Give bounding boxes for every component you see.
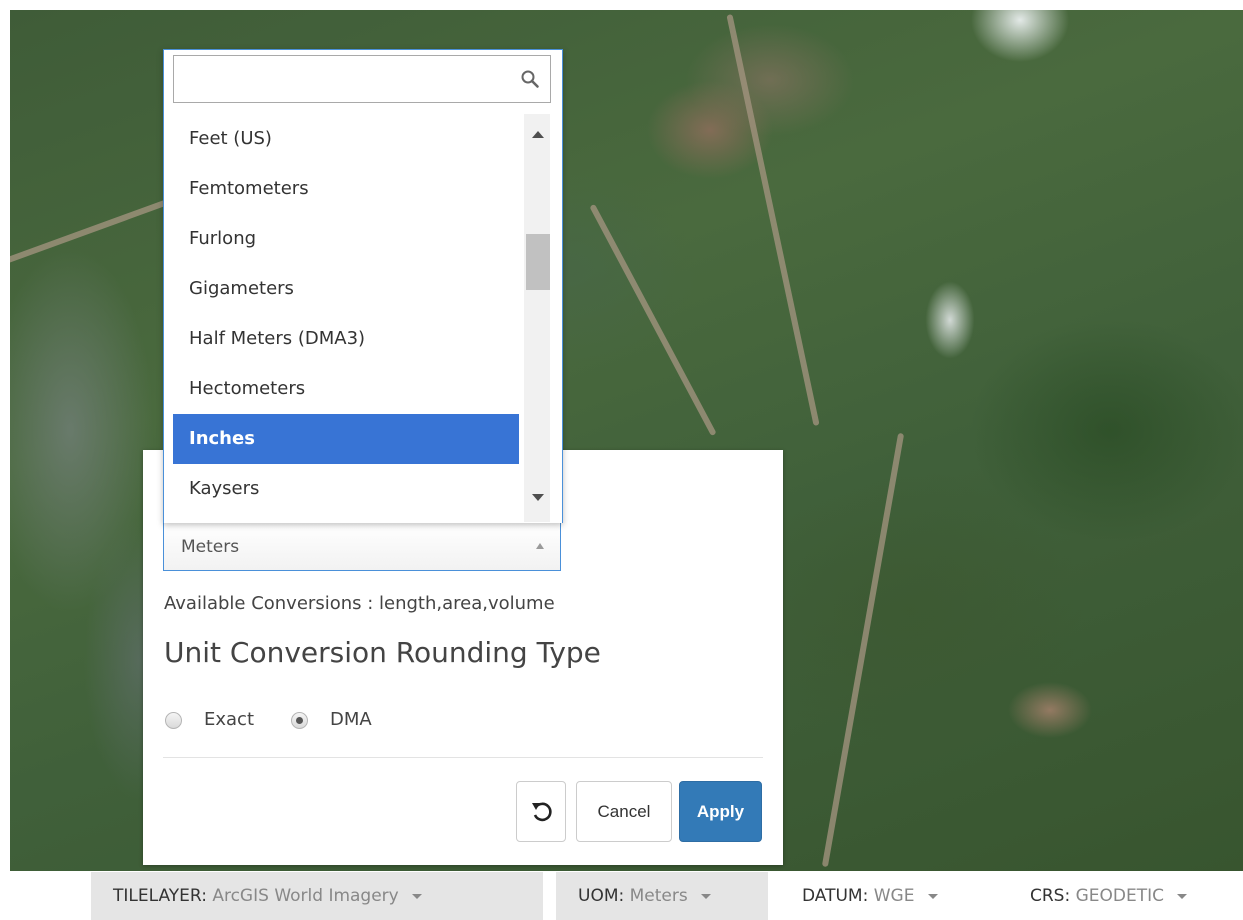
rounding-type-heading: Unit Conversion Rounding Type: [164, 636, 601, 669]
available-conversions-text: Available Conversions : length,area,volu…: [164, 593, 555, 614]
caret-down-icon: [927, 893, 938, 899]
status-crs[interactable]: CRS: GEODETIC: [1008, 872, 1243, 920]
search-input[interactable]: [174, 56, 524, 102]
scroll-up-icon[interactable]: [532, 131, 544, 138]
list-item-selected[interactable]: Inches: [173, 414, 519, 464]
list-item[interactable]: Half Meters (DMA3): [173, 314, 519, 364]
status-datum-key: DATUM:: [802, 886, 869, 906]
caret-up-icon: [536, 543, 544, 549]
list-item[interactable]: Kaysers: [173, 464, 519, 514]
caret-down-icon: [412, 893, 423, 899]
apply-button[interactable]: Apply: [679, 781, 762, 842]
status-datum[interactable]: DATUM: WGE: [780, 872, 998, 920]
divider: [163, 757, 763, 758]
search-box[interactable]: [173, 55, 551, 103]
list-item[interactable]: Gigameters: [173, 264, 519, 314]
radio-exact-label[interactable]: Exact: [204, 709, 254, 730]
caret-down-icon: [701, 893, 712, 899]
search-icon: [521, 70, 539, 88]
list-item[interactable]: Hectometers: [173, 364, 519, 414]
unit-list: Feet (US) Femtometers Furlong Gigameters…: [173, 114, 521, 523]
scroll-down-icon[interactable]: [532, 494, 544, 501]
reset-icon: [532, 802, 552, 822]
status-tilelayer[interactable]: TILELAYER: ArcGIS World Imagery: [91, 872, 543, 920]
unit-dropdown: Feet (US) Femtometers Furlong Gigameters…: [163, 49, 563, 523]
caret-down-icon: [1177, 893, 1188, 899]
unit-select-value: Meters: [181, 537, 240, 557]
status-uom[interactable]: UOM: Meters: [556, 872, 768, 920]
radio-dma-label[interactable]: DMA: [330, 709, 372, 730]
cancel-button[interactable]: Cancel: [576, 781, 672, 842]
map-road: [589, 203, 717, 437]
status-datum-value: WGE: [873, 886, 915, 906]
list-item[interactable]: Femtometers: [173, 164, 519, 214]
map-road: [726, 13, 820, 427]
status-tilelayer-value: ArcGIS World Imagery: [212, 886, 399, 906]
list-item[interactable]: Feet (US): [173, 114, 519, 164]
radio-dma[interactable]: [291, 712, 308, 729]
reset-button[interactable]: [516, 781, 566, 842]
unit-select[interactable]: Meters: [163, 523, 561, 571]
status-crs-key: CRS:: [1030, 886, 1071, 906]
status-tilelayer-key: TILELAYER:: [113, 886, 207, 906]
radio-dot-icon: [296, 717, 303, 724]
list-item[interactable]: Furlong: [173, 214, 519, 264]
map-road: [821, 432, 905, 868]
radio-exact[interactable]: [165, 712, 182, 729]
scroll-thumb[interactable]: [526, 234, 550, 290]
list-scrollbar[interactable]: [524, 114, 550, 522]
status-uom-key: UOM:: [578, 886, 625, 906]
status-crs-value: GEODETIC: [1075, 886, 1165, 906]
status-uom-value: Meters: [629, 886, 688, 906]
